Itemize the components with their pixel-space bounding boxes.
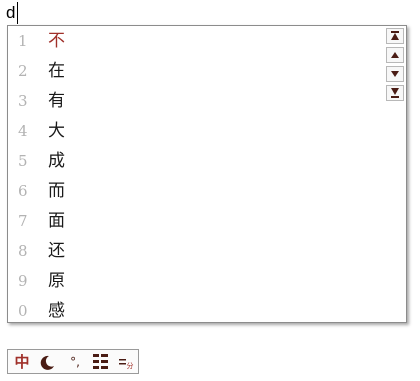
candidate-index: 5 — [18, 152, 28, 170]
candidate-text: 感 — [48, 301, 65, 321]
candidate-text: 大 — [48, 121, 65, 141]
candidate-text: 面 — [48, 211, 65, 231]
candidate-row[interactable]: 3 有 — [8, 86, 368, 116]
punctuation-toggle[interactable]: °, — [62, 350, 88, 373]
candidate-text: 成 — [48, 151, 65, 171]
candidate-index: 2 — [18, 62, 28, 80]
candidate-text: 有 — [48, 91, 65, 111]
candidate-text: 不 — [48, 31, 65, 51]
first-page-button[interactable] — [386, 28, 404, 44]
candidate-index: 6 — [18, 182, 28, 200]
candidate-text: 还 — [48, 241, 65, 261]
candidate-index: 4 — [18, 122, 28, 140]
composition-text: d — [6, 3, 16, 22]
candidate-index: 9 — [18, 272, 28, 290]
candidate-window: 1 不 2 在 3 有 4 大 5 成 6 而 7 面 8 还 9 原 0 感 — [7, 25, 407, 323]
candidate-index: 0 — [18, 302, 28, 320]
page-down-button[interactable] — [386, 66, 404, 82]
page-down-icon — [391, 71, 399, 77]
candidate-row[interactable]: 2 在 — [8, 56, 368, 86]
candidate-row[interactable]: 7 面 — [8, 206, 368, 236]
half-width-toggle[interactable] — [36, 350, 58, 373]
candidate-index: 8 — [18, 242, 28, 260]
text-caret — [17, 2, 18, 24]
candidate-row[interactable]: 1 不 — [8, 26, 368, 56]
first-page-icon — [391, 31, 399, 40]
candidate-row[interactable]: 5 成 — [8, 146, 368, 176]
candidate-index: 7 — [18, 212, 28, 230]
candidate-row[interactable]: 6 而 — [8, 176, 368, 206]
toolbox-icon — [118, 358, 126, 364]
ime-status-bar: 中 °, 分 — [7, 349, 139, 374]
candidate-text: 而 — [48, 181, 65, 201]
candidate-text: 在 — [48, 61, 65, 81]
candidate-index: 3 — [18, 92, 28, 110]
candidate-row[interactable]: 9 原 — [8, 266, 368, 296]
toolbox-button[interactable]: 分 — [114, 350, 138, 373]
chinese-mode-toggle[interactable]: 中 — [11, 350, 33, 373]
candidate-row[interactable]: 0 感 — [8, 296, 368, 326]
candidate-index: 1 — [18, 32, 28, 50]
candidate-row[interactable]: 8 还 — [8, 236, 368, 266]
half-moon-icon — [40, 355, 54, 370]
soft-keyboard-button[interactable] — [90, 350, 112, 373]
candidate-text: 原 — [48, 271, 65, 291]
last-page-icon — [391, 88, 399, 98]
toolbox-sublabel: 分 — [126, 362, 134, 370]
page-up-icon — [391, 52, 399, 58]
candidate-row[interactable]: 4 大 — [8, 116, 368, 146]
last-page-button[interactable] — [386, 85, 404, 101]
page-up-button[interactable] — [386, 47, 404, 63]
soft-keyboard-icon — [93, 354, 108, 369]
